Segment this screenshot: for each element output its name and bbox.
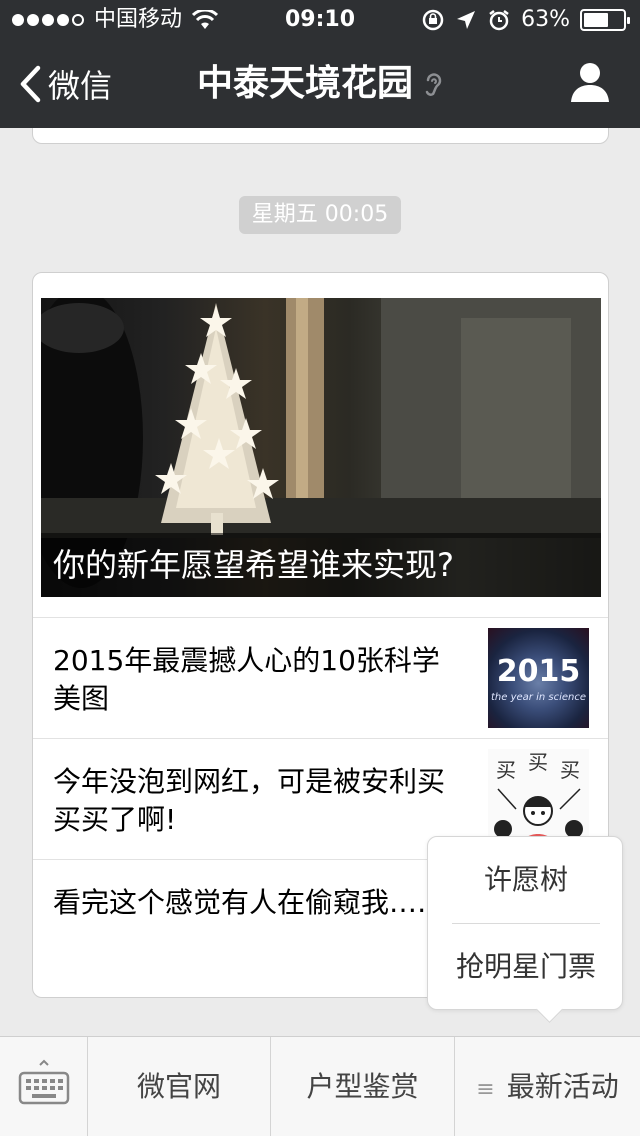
top-bar: 中国移动 09:10 63% 微信 中泰天境花园 xyxy=(0,0,640,128)
menu-item-floor-plans[interactable]: 户型鉴赏 xyxy=(271,1037,455,1136)
keyboard-toggle-button[interactable] xyxy=(0,1037,88,1136)
article-thumbnail: 2015 the year in science xyxy=(488,628,589,728)
page-title: 中泰天境花园 xyxy=(196,63,413,104)
status-right: 63% xyxy=(421,0,630,40)
comic-illustration: 买 买 买 xyxy=(494,750,583,849)
article-thumbnail: 买 买 买 xyxy=(488,749,589,849)
submenu-item-star-tickets[interactable]: 抢明星门票 xyxy=(428,924,624,1010)
ear-icon xyxy=(423,69,443,99)
menu-hamburger-icon: ≡ xyxy=(476,1077,495,1102)
svg-text:买: 买 xyxy=(528,750,548,774)
menu-item-latest-events[interactable]: ≡ 最新活动 xyxy=(455,1037,640,1136)
page-title-bar: 中泰天境花园 xyxy=(0,40,640,128)
thumbnail-subtext: the year in science xyxy=(491,692,586,703)
battery-fill xyxy=(584,13,608,27)
submenu-item-wish-tree[interactable]: 许愿树 xyxy=(428,837,624,923)
thumbnail-year-text: 2015 xyxy=(496,654,581,689)
battery-icon xyxy=(580,9,630,31)
previous-message-card[interactable] xyxy=(32,128,609,144)
bottom-menu-bar: 微官网 户型鉴赏 ≡ 最新活动 xyxy=(0,1036,640,1136)
article-title: 今年没泡到网红，可是被安利买买买了啊! xyxy=(53,765,446,836)
menu-item-official-site[interactable]: 微官网 xyxy=(88,1037,271,1136)
article-item-1[interactable]: 2015年最震撼人心的10张科学美图 2015 the year in scie… xyxy=(33,617,608,738)
menu-item-label: 最新活动 xyxy=(506,1070,619,1103)
status-bar: 中国移动 09:10 63% xyxy=(0,0,640,40)
alarm-icon xyxy=(487,8,511,32)
cover-article-title: 你的新年愿望希望谁来实现? xyxy=(41,533,601,597)
svg-text:买: 买 xyxy=(496,758,516,782)
battery-percent: 63% xyxy=(521,7,570,32)
message-timestamp: 星期五 00:05 xyxy=(239,196,401,234)
profile-icon[interactable] xyxy=(570,60,610,104)
rotation-lock-icon xyxy=(421,8,445,32)
cover-article[interactable]: 你的新年愿望希望谁来实现? xyxy=(41,298,601,597)
location-arrow-icon xyxy=(455,9,477,31)
article-title: 看完这个感觉有人在偷窥我…… xyxy=(53,886,446,919)
submenu-popup: 许愿树 抢明星门票 xyxy=(427,836,623,1010)
article-title: 2015年最震撼人心的10张科学美图 xyxy=(53,644,440,715)
svg-text:买: 买 xyxy=(560,758,580,782)
keyboard-icon xyxy=(18,1059,70,1105)
navigation-bar: 微信 中泰天境花园 xyxy=(0,40,640,128)
